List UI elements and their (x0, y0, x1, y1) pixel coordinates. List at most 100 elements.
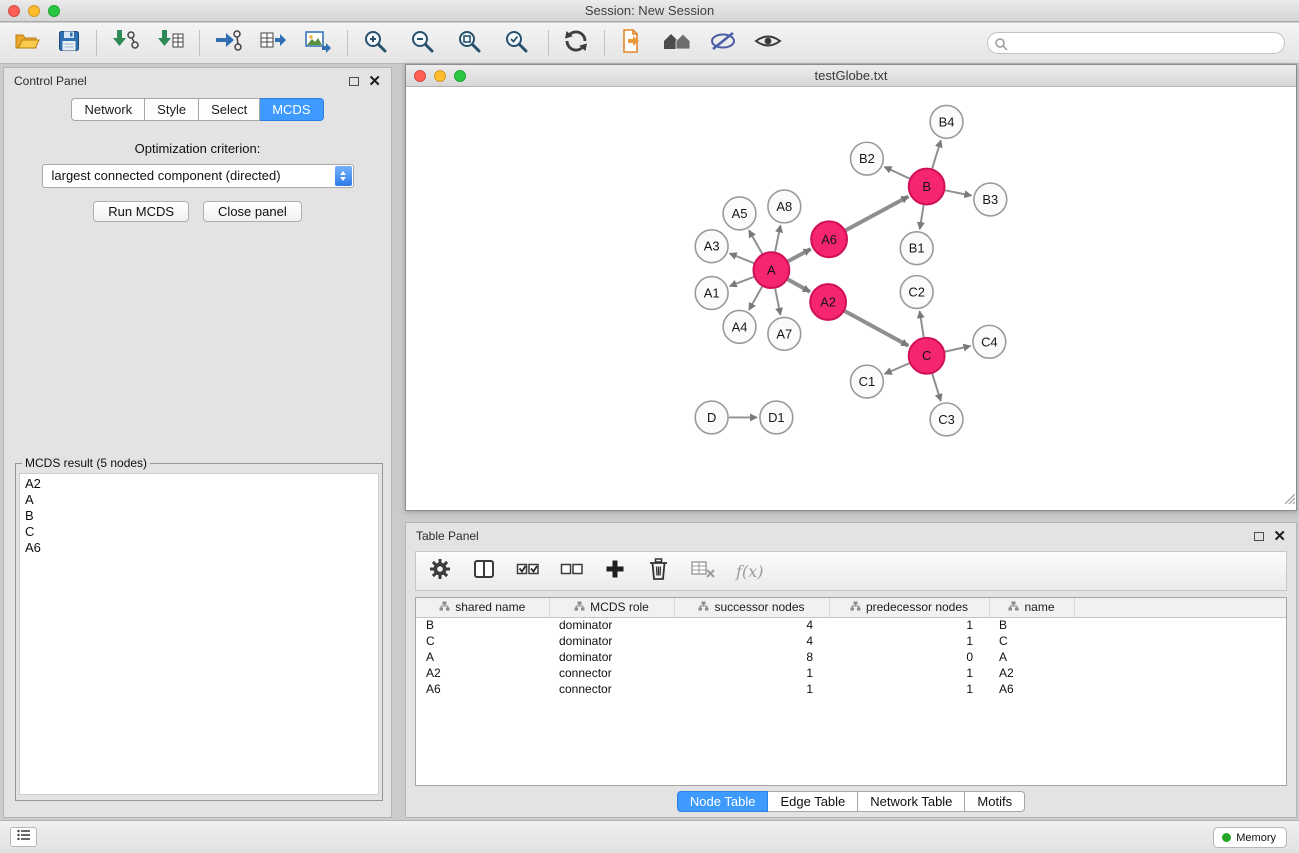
edge-B-B3[interactable] (945, 190, 971, 195)
zoom-window-button[interactable] (48, 5, 60, 17)
node-A2[interactable]: A2 (810, 284, 846, 320)
add-column-button[interactable] (604, 558, 626, 585)
node-D1[interactable]: D1 (760, 401, 793, 434)
table-row[interactable]: Adominator80A (416, 649, 1286, 665)
column-header-name[interactable]: name (989, 598, 1074, 617)
edge-A-A4[interactable] (749, 287, 762, 310)
edge-C-C4[interactable] (945, 346, 970, 352)
node-A[interactable]: A (753, 252, 789, 288)
node-C2[interactable]: C2 (900, 276, 933, 309)
node-C1[interactable]: C1 (851, 365, 884, 398)
search-input[interactable] (987, 32, 1285, 54)
home-button[interactable] (662, 27, 692, 59)
node-A5[interactable]: A5 (723, 197, 756, 230)
minimize-network-window-button[interactable] (434, 70, 446, 82)
node-D[interactable]: D (695, 401, 728, 434)
edge-A-A6[interactable] (788, 249, 811, 261)
close-table-panel-icon[interactable]: ✕ (1273, 529, 1286, 544)
zoom-network-window-button[interactable] (454, 70, 466, 82)
node-B2[interactable]: B2 (851, 142, 884, 175)
mcds-result-item[interactable]: C (25, 524, 378, 540)
network-canvas[interactable]: B4 B2 B B3 A5 A8 A6 B1 A3 A C2 A1 A2 A4 A7 C4 C C1 C3 D D1 (406, 88, 1296, 510)
run-mcds-button[interactable]: Run MCDS (93, 201, 189, 222)
edge-A2-C[interactable] (845, 311, 909, 346)
float-table-panel-icon[interactable] (1254, 532, 1264, 541)
edge-A-A1[interactable] (730, 277, 754, 286)
edge-A6-B[interactable] (846, 196, 909, 230)
column-header-predecessor-nodes[interactable]: predecessor nodes (829, 598, 989, 617)
export-image-button[interactable] (304, 27, 332, 59)
node-A1[interactable]: A1 (695, 277, 728, 310)
edge-B-B4[interactable] (932, 140, 941, 168)
node-A4[interactable]: A4 (723, 310, 756, 343)
refresh-button[interactable] (563, 27, 589, 59)
zoom-selected-button[interactable] (503, 27, 529, 59)
float-panel-icon[interactable] (349, 77, 359, 86)
open-session-button[interactable] (14, 27, 40, 59)
node-B3[interactable]: B3 (974, 183, 1007, 216)
edge-B-B2[interactable] (885, 167, 910, 179)
import-network-button[interactable] (111, 27, 139, 59)
close-window-button[interactable] (8, 5, 20, 17)
document-button[interactable] (619, 27, 645, 59)
table-settings-button[interactable] (428, 557, 452, 586)
mcds-result-item[interactable]: A (25, 492, 378, 508)
tab-network[interactable]: Network (71, 98, 145, 121)
mcds-result-list[interactable]: A2ABCA6 (19, 473, 379, 795)
tab-style[interactable]: Style (145, 98, 199, 121)
mcds-result-item[interactable]: A6 (25, 540, 378, 556)
select-all-button[interactable] (516, 558, 540, 585)
mcds-result-item[interactable]: A2 (25, 476, 378, 492)
resize-grip-icon[interactable] (1283, 491, 1295, 509)
mcds-result-item[interactable]: B (25, 508, 378, 524)
minimize-window-button[interactable] (28, 5, 40, 17)
delete-table-button[interactable] (690, 558, 716, 585)
close-panel-button[interactable]: Close panel (203, 201, 302, 222)
node-C[interactable]: C (909, 338, 945, 374)
column-header-shared-name[interactable]: shared name (416, 598, 549, 617)
zoom-fit-button[interactable] (456, 27, 482, 59)
export-network-button[interactable] (214, 27, 242, 59)
table-row[interactable]: A6connector11A6 (416, 681, 1286, 697)
hide-annotations-button[interactable] (709, 27, 737, 59)
node-B4[interactable]: B4 (930, 105, 963, 138)
memory-button[interactable]: Memory (1213, 827, 1287, 848)
node-A8[interactable]: A8 (768, 190, 801, 223)
import-table-button[interactable] (156, 27, 184, 59)
column-header-successor-nodes[interactable]: successor nodes (674, 598, 829, 617)
node-C4[interactable]: C4 (973, 325, 1006, 358)
edge-A-A7[interactable] (775, 289, 780, 315)
edge-A-A8[interactable] (775, 225, 780, 251)
function-builder-button[interactable]: f(x) (736, 562, 763, 581)
network-graph[interactable]: B4 B2 B B3 A5 A8 A6 B1 A3 A C2 A1 A2 A4 A7 C4 C C1 C3 D D1 (406, 88, 1296, 510)
node-B[interactable]: B (909, 169, 945, 205)
edge-A-A5[interactable] (749, 230, 762, 253)
show-view-button[interactable] (754, 27, 782, 59)
edge-A-A3[interactable] (730, 253, 754, 263)
network-window-titlebar[interactable]: testGlobe.txt (406, 65, 1296, 87)
tab-edge-table[interactable]: Edge Table (768, 791, 858, 812)
node-C3[interactable]: C3 (930, 403, 963, 436)
tab-node-table[interactable]: Node Table (677, 791, 769, 812)
close-network-window-button[interactable] (414, 70, 426, 82)
node-A7[interactable]: A7 (768, 317, 801, 350)
column-header-MCDS-role[interactable]: MCDS role (549, 598, 674, 617)
criterion-select[interactable]: largest connected component (directed) (42, 164, 354, 188)
node-B1[interactable]: B1 (900, 232, 933, 265)
edge-C-C1[interactable] (885, 363, 910, 374)
node-A6[interactable]: A6 (811, 221, 847, 257)
edge-C-C3[interactable] (932, 374, 940, 401)
tab-network-table[interactable]: Network Table (858, 791, 965, 812)
show-column-button[interactable] (472, 557, 496, 586)
table-row[interactable]: Bdominator41B (416, 617, 1286, 633)
tab-mcds[interactable]: MCDS (260, 98, 323, 121)
edge-B-B1[interactable] (920, 205, 924, 229)
save-session-button[interactable] (57, 27, 81, 59)
edge-C-C2[interactable] (920, 311, 924, 337)
delete-column-button[interactable] (646, 557, 670, 586)
export-table-button[interactable] (259, 27, 287, 59)
deselect-all-button[interactable] (560, 558, 584, 585)
tab-select[interactable]: Select (199, 98, 260, 121)
node-A3[interactable]: A3 (695, 230, 728, 263)
zoom-in-button[interactable] (362, 27, 388, 59)
